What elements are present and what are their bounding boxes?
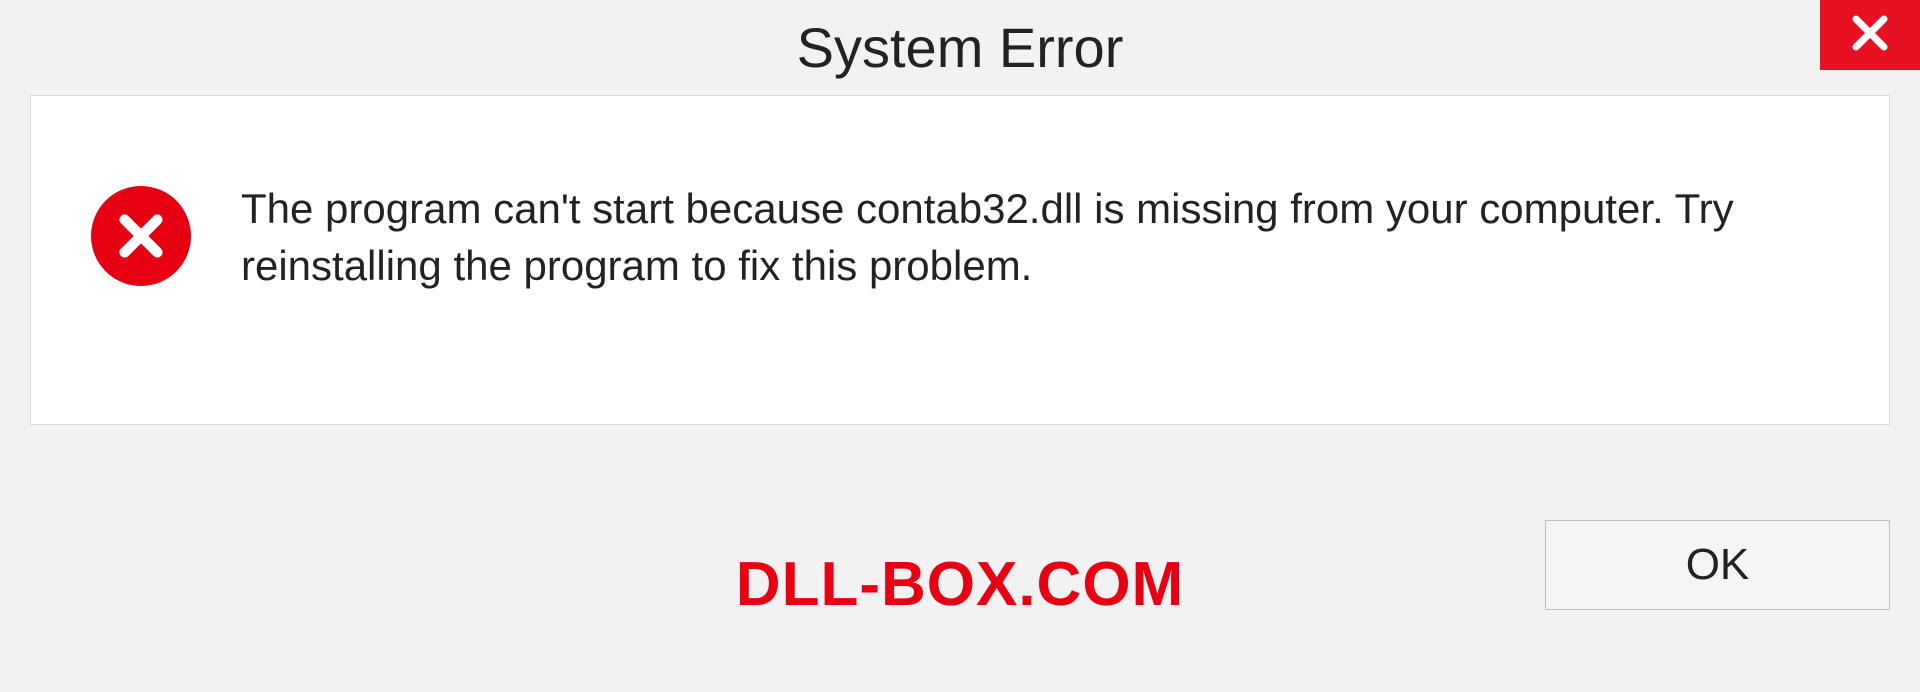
titlebar: System Error [0, 0, 1920, 95]
close-button[interactable] [1820, 0, 1920, 70]
close-icon [1849, 12, 1891, 59]
error-message: The program can't start because contab32… [241, 181, 1791, 294]
error-icon [91, 186, 191, 286]
dialog-title: System Error [797, 15, 1124, 80]
watermark-text: DLL-BOX.COM [736, 549, 1184, 620]
footer: DLL-BOX.COM OK [0, 425, 1920, 655]
content-panel: The program can't start because contab32… [30, 95, 1890, 425]
ok-button[interactable]: OK [1545, 520, 1890, 610]
